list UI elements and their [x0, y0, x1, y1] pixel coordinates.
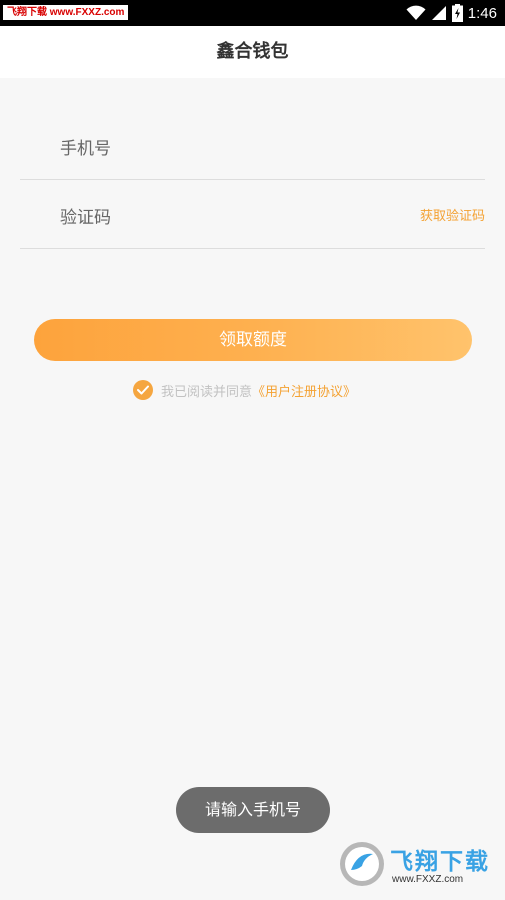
phone-input[interactable]	[58, 119, 402, 179]
watermark-badge: 飞翔下载 www.FXXZ.com	[3, 5, 129, 20]
watermark-logo: 飞翔下载 www.FXXZ.com	[338, 838, 498, 890]
watermark-title: 飞翔下载	[390, 849, 490, 875]
app-header: 鑫合钱包	[0, 26, 505, 78]
agreement-checkbox[interactable]	[133, 380, 153, 400]
status-icons: 1:46	[406, 3, 497, 23]
watermark-url: www.FXXZ.com	[392, 874, 464, 885]
user-agreement-link[interactable]: 《用户注册协议》	[252, 381, 356, 400]
wifi-icon	[406, 5, 426, 20]
status-time: 1:46	[467, 4, 497, 22]
signal-icon	[431, 6, 446, 20]
check-icon	[137, 385, 149, 395]
status-bar: 飞翔下载 www.FXXZ.com 1:46	[0, 0, 505, 26]
toast-message: 请输入手机号	[176, 787, 330, 833]
agreement-text: 我已阅读并同意	[161, 384, 253, 400]
logo-icon	[340, 842, 384, 886]
phone-field	[20, 119, 485, 180]
claim-limit-button[interactable]: 领取额度	[34, 319, 472, 361]
page-title: 鑫合钱包	[216, 41, 289, 62]
code-field: 获取验证码	[20, 188, 485, 249]
battery-icon	[451, 4, 463, 22]
verification-code-input[interactable]	[58, 188, 362, 248]
get-code-button[interactable]: 获取验证码	[420, 188, 485, 246]
agreement-row: 我已阅读并同意 《用户注册协议》	[133, 379, 356, 401]
